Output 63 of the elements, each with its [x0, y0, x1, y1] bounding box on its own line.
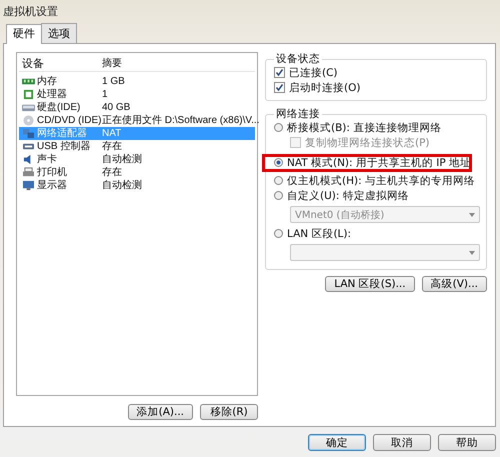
dialog-button[interactable]: 取消 [373, 434, 431, 451]
list-button[interactable]: 添加(A)... [128, 404, 193, 420]
device-summary: 存在 [102, 166, 122, 179]
device-name: 处理器 [37, 88, 67, 101]
device-row[interactable]: 处理器 1 [19, 88, 255, 101]
printer-icon [22, 167, 35, 178]
radio-button[interactable] [274, 123, 283, 132]
device-name: 内存 [37, 75, 57, 88]
dropdown-arrow-icon [469, 250, 475, 254]
usb-icon [22, 141, 35, 152]
device-summary: 1 GB [102, 75, 126, 88]
device-name: 声卡 [37, 153, 57, 166]
device-summary: 40 GB [102, 101, 132, 114]
device-name: 网络适配器 [37, 127, 87, 140]
disc-icon [22, 115, 35, 126]
monitor-icon [22, 180, 35, 191]
list-button[interactable]: 移除(R) [200, 404, 258, 420]
checkbox-label: 复制物理网络连接状态(P) [305, 136, 430, 150]
device-name: CD/DVD (IDE) [37, 114, 102, 127]
checkbox-label: 已连接(C) [289, 66, 338, 80]
group-title: 网络连接 [275, 107, 321, 121]
radio-label: 桥接模式(B): 直接连接物理网络 [287, 120, 442, 134]
chip-icon [22, 89, 35, 100]
device-row[interactable]: 显示器 自动检测 [19, 179, 255, 192]
device-name: 显示器 [37, 179, 67, 192]
device-summary: NAT [102, 127, 122, 140]
radio-button[interactable] [274, 158, 283, 167]
device-row[interactable]: 内存 1 GB [19, 75, 255, 88]
radio-button[interactable] [274, 176, 283, 185]
dropdown-arrow-icon [469, 212, 475, 216]
window-title: 虚拟机设置 [3, 4, 58, 18]
device-row[interactable]: 声卡 自动检测 [19, 153, 255, 166]
radio-label: NAT 模式(N): 用于共享主机的 IP 地址 [287, 156, 471, 170]
device-name: USB 控制器 [37, 140, 90, 153]
dialog-button[interactable]: 确定 [308, 434, 366, 451]
network-icon [22, 128, 35, 139]
column-header: 摘要 [102, 56, 123, 70]
device-summary: 1 [102, 88, 109, 101]
memory-icon [22, 76, 35, 87]
radio-label: 仅主机模式(H): 与主机共享的专用网络 [287, 174, 475, 188]
column-header: 设备 [21, 56, 45, 70]
radio-label: 自定义(U): 特定虚拟网络 [287, 188, 409, 202]
dialog-button[interactable]: 帮助 [438, 434, 496, 451]
device-row[interactable]: 打印机 存在 [19, 166, 255, 179]
device-row[interactable]: USB 控制器 存在 [19, 140, 255, 153]
group-title: 设备状态 [275, 52, 321, 66]
device-summary: 存在 [102, 140, 122, 153]
radio-label: LAN 区段(L): [287, 226, 352, 240]
device-summary: 自动检测 [102, 153, 143, 166]
device-name: 打印机 [37, 166, 67, 179]
radio-button[interactable] [274, 229, 283, 238]
network-button[interactable]: 高级(V)... [422, 276, 487, 292]
network-button[interactable]: LAN 区段(S)... [325, 276, 415, 292]
device-summary: 正在使用文件 D:\Software (x86)\V... [102, 114, 260, 127]
checkbox[interactable] [274, 67, 285, 78]
device-row[interactable]: 硬盘(IDE) 40 GB [19, 101, 255, 114]
device-name: 硬盘(IDE) [37, 101, 80, 114]
tab[interactable]: 硬件 [6, 24, 42, 44]
device-summary: 自动检测 [102, 179, 143, 192]
radio-button[interactable] [274, 191, 283, 200]
checkbox[interactable] [274, 82, 285, 93]
checkbox-label: 启动时连接(O) [289, 80, 360, 94]
tab[interactable]: 选项 [41, 23, 77, 43]
